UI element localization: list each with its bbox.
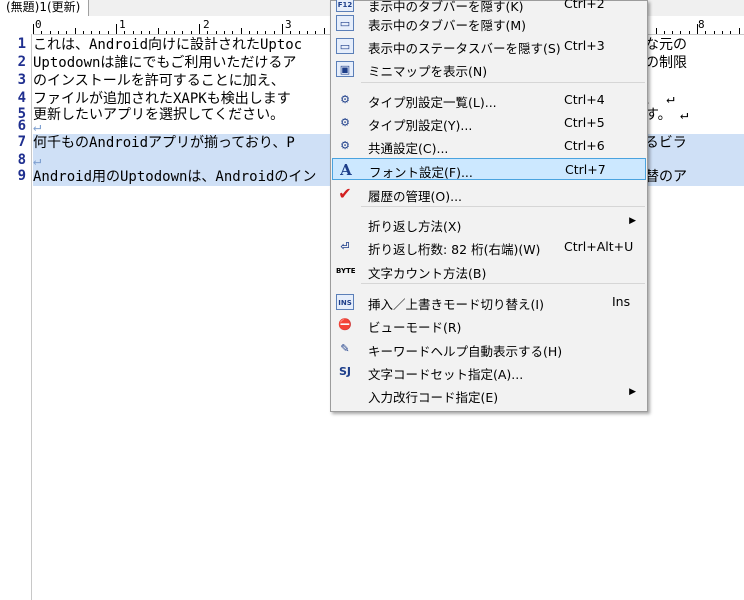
statusbar-icon: ▭	[336, 38, 354, 54]
ruler-mark: 1	[119, 18, 126, 31]
menu-item[interactable]: ✎ キーワードヘルプ自動表示する(H)	[332, 338, 646, 360]
menu-item[interactable]: ▣ ミニマップを表示(N)	[332, 58, 646, 80]
menu-item-label: 入力改行コード指定(E)	[368, 390, 499, 405]
menu-item[interactable]: A フォント設定(F)... Ctrl+7	[332, 158, 646, 180]
menu-item[interactable]: ✔ 履歴の管理(O)...	[332, 183, 646, 205]
menu-item[interactable]: INS 挿入／上書きモード切り替え(I) Ins	[332, 291, 646, 313]
menu-item[interactable]: ⏎ 折り返し桁数: 82 桁(右端)(W) Ctrl+Alt+U	[332, 236, 646, 258]
menu-item[interactable]: ⛔ ビューモード(R)	[332, 314, 646, 336]
keyword-help-icon: ✎	[340, 342, 350, 355]
menu-item[interactable]: ▭ 表示中のステータスバーを隠す(S) Ctrl+3	[332, 35, 646, 57]
menu-item[interactable]: 入力改行コード指定(E) ▶	[332, 384, 646, 406]
menu-item[interactable]: BYTE 文字カウント方法(B)	[332, 260, 646, 282]
submenu-arrow-icon: ▶	[629, 387, 636, 397]
menu-item-shortcut: Ins	[612, 294, 631, 309]
type-settings-list-icon: ⚙	[340, 93, 350, 106]
menu-item-label: 文字コードセット指定(A)...	[368, 367, 524, 382]
line-text: 何千ものAndroidアプリが揃っており、P	[33, 135, 295, 151]
menu-item-label: 表示中のタブバーを隠す(M)	[368, 18, 527, 33]
menu-item[interactable]: ⚙ タイプ別設定一覧(L)... Ctrl+4	[332, 89, 646, 111]
ruler-mark: 8	[698, 18, 705, 31]
menu-item-shortcut: Ctrl+6	[564, 138, 605, 153]
text-line[interactable]: 更新したいアプリを選択してください。	[33, 106, 284, 124]
menu-item[interactable]: ⚙ 共通設定(C)... Ctrl+6	[332, 135, 646, 157]
line-text: Android用のUptodownは、Androidのイン	[33, 169, 317, 185]
menu-item-label: 挿入／上書きモード切り替え(I)	[368, 297, 544, 312]
line-number: 8	[17, 152, 26, 168]
line-number: 1	[17, 36, 26, 52]
line-text: これは、Android向けに設計されたUptoc	[33, 37, 303, 53]
menu-separator	[361, 82, 645, 83]
document-tab[interactable]: (無題)1(更新)	[0, 0, 90, 16]
ruler-mark: 2	[203, 18, 210, 31]
ruler-tick	[282, 24, 283, 34]
minimap-icon: ▣	[336, 61, 354, 77]
ruler-tick	[199, 24, 200, 34]
menu-item-label: ミニマップを表示(N)	[368, 64, 488, 79]
text-line[interactable]: これは、Android向けに設計されたUptoc	[33, 36, 302, 54]
menu-separator	[361, 206, 645, 207]
menu-item[interactable]: 折り返し方法(X) ▶	[332, 213, 646, 235]
line-number: 7	[17, 134, 26, 150]
menu-item[interactable]: SJ 文字コードセット指定(A)...	[332, 361, 646, 383]
keyboard-shortcut-icon: F12	[336, 0, 354, 12]
menu-item-label: タイプ別設定(Y)...	[368, 118, 473, 133]
line-end-mark: ↵	[33, 119, 42, 135]
menu-item-shortcut: Ctrl+3	[564, 38, 605, 53]
menu-item-label: キーワードヘルプ自動表示する(H)	[368, 344, 563, 359]
menu-separator	[361, 283, 645, 284]
menu-item-shortcut: Ctrl+4	[564, 92, 605, 107]
line-text: Uptodownは誰にでもご利用いただけるア	[33, 55, 297, 71]
menu-item-label: 文字カウント方法(B)	[368, 266, 487, 281]
line-number: 6	[17, 118, 26, 134]
ruler-mark: 3	[285, 18, 292, 31]
history-checkmark-icon: ✔	[338, 184, 352, 203]
menu-item-label: 履歴の管理(O)...	[368, 189, 463, 204]
line-number-gutter: 123456789	[0, 34, 28, 600]
text-line[interactable]: のインストールを許可することに加え、	[33, 72, 285, 90]
menu-item-shortcut: Ctrl+7	[565, 162, 606, 177]
font-icon: A	[340, 161, 352, 179]
line-end-mark: ↵	[33, 153, 42, 169]
menu-item[interactable]: ⚙ タイプ別設定(Y)... Ctrl+5	[332, 112, 646, 134]
view-mode-icon: ⛔	[338, 318, 352, 331]
menu-item-label: 折り返し方法(X)	[368, 219, 462, 234]
line-number: 9	[17, 168, 26, 184]
line-text: のインストールを許可することに加え、	[33, 73, 285, 89]
menu-item-label: タイプ別設定一覧(L)...	[368, 95, 497, 110]
menu-item-label: 共通設定(C)...	[368, 141, 449, 156]
ruler-tick	[33, 24, 34, 34]
tabbar-icon: ▭	[336, 15, 354, 31]
ruler-mark: 0	[35, 18, 42, 31]
ruler-tick	[697, 24, 698, 34]
line-number: 3	[17, 72, 26, 88]
ruler-tick	[116, 24, 117, 34]
gutter-divider	[31, 34, 32, 600]
menu-item-label: ビューモード(R)	[368, 320, 462, 335]
settings-menu: F12 ま示中のタブバーを隠す(K) Ctrl+2 ▭ 表示中のタブバーを隠す(M) ▭ 表…	[330, 0, 648, 412]
line-number: 2	[17, 54, 26, 70]
byte-count-icon: BYTE	[336, 267, 356, 275]
submenu-arrow-icon: ▶	[629, 216, 636, 226]
type-settings-icon: ⚙	[340, 116, 350, 129]
insert-mode-icon: INS	[336, 294, 354, 310]
menu-item-label: 表示中のステータスバーを隠す(S)	[368, 41, 561, 56]
menu-item-label: フォント設定(F)...	[369, 165, 473, 180]
menu-item[interactable]: ▭ 表示中のタブバーを隠す(M)	[332, 12, 646, 34]
line-text: 更新したいアプリを選択してください。	[33, 107, 285, 123]
menu-item-shortcut: Ctrl+5	[564, 115, 605, 130]
charset-icon: SJ	[338, 365, 351, 378]
text-line[interactable]: Uptodownは誰にでもご利用いただけるア	[33, 54, 296, 72]
line-number: 4	[17, 90, 26, 106]
line-text: ファイルが追加されたXAPKも検出します	[33, 91, 291, 107]
menu-item-shortcut: Ctrl+Alt+U	[564, 239, 634, 254]
wrap-column-icon: ⏎	[340, 240, 350, 253]
menu-item-shortcut: Ctrl+2	[564, 0, 605, 11]
common-settings-icon: ⚙	[340, 139, 350, 152]
menu-item-label: 折り返し桁数: 82 桁(右端)(W)	[368, 242, 541, 257]
